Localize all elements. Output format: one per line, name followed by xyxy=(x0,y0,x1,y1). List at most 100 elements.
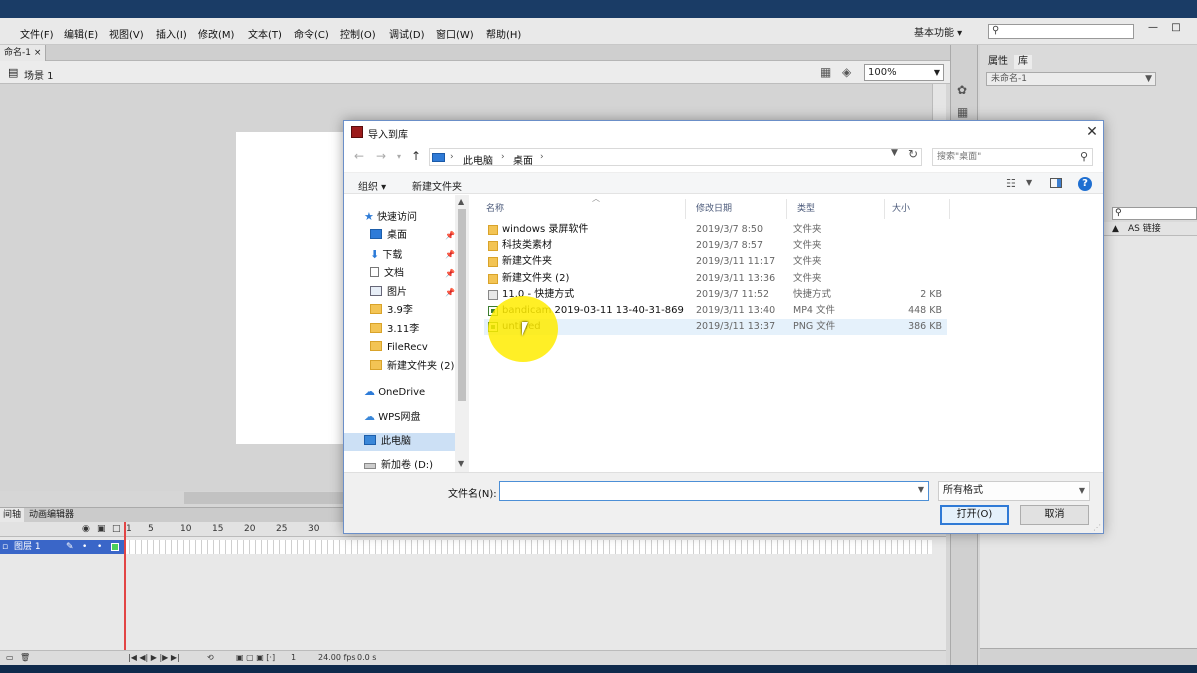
lock-dot[interactable]: • xyxy=(97,540,102,554)
menu-file[interactable]: 文件(F) xyxy=(20,26,54,41)
menu-window[interactable]: 窗口(W) xyxy=(436,26,474,41)
address-dropdown-icon[interactable]: ▼ xyxy=(891,148,898,158)
new-layer-icon[interactable]: ▭ xyxy=(6,653,14,662)
menu-control[interactable]: 控制(O) xyxy=(340,26,376,41)
scrollbar-thumb[interactable] xyxy=(458,209,466,401)
library-document-select[interactable]: 未命名-1 ▼ xyxy=(986,72,1156,86)
chevron-down-icon: ▼ xyxy=(1078,486,1085,495)
chevron-right-icon[interactable]: › xyxy=(540,152,544,162)
edit-scene-icon[interactable]: ◈ xyxy=(842,65,851,79)
search-input[interactable] xyxy=(937,150,1072,164)
column-type[interactable]: 类型 xyxy=(791,199,885,219)
help-icon[interactable]: ? xyxy=(1078,177,1092,191)
close-button[interactable]: ✕ xyxy=(1082,123,1102,141)
column-size[interactable]: 大小 xyxy=(886,199,950,219)
align-tool-icon[interactable]: ▦ xyxy=(957,105,968,119)
view-options-icon[interactable]: ☷ xyxy=(1006,177,1016,190)
file-row[interactable]: 11.0 - 快捷方式 2019/3/7 11:52 快捷方式 2 KB xyxy=(484,287,947,303)
lock-icon[interactable]: ▣ xyxy=(97,524,106,534)
minimize-button[interactable]: — xyxy=(1143,20,1163,37)
resize-grip-icon[interactable]: ⋰ xyxy=(1093,523,1101,532)
delete-layer-icon[interactable]: 🗑 xyxy=(20,653,30,662)
scroll-up-icon[interactable]: ▲ xyxy=(458,197,464,206)
pin-icon: 📌 xyxy=(445,288,455,297)
address-bar[interactable]: › 此电脑 › 桌面 › xyxy=(429,148,922,167)
column-name[interactable]: 名称 xyxy=(480,199,686,219)
mouse-pointer-icon xyxy=(522,322,528,336)
onion-skin-icons[interactable]: ▣ ▢ ▣ [·] xyxy=(236,653,275,662)
preview-pane-icon[interactable] xyxy=(1050,178,1062,188)
menu-text[interactable]: 文本(T) xyxy=(248,26,282,41)
chevron-right-icon[interactable]: › xyxy=(501,152,505,162)
menu-view[interactable]: 视图(V) xyxy=(109,26,144,41)
color-tool-icon[interactable]: ✿ xyxy=(957,83,967,97)
outline-icon[interactable]: □ xyxy=(112,524,121,534)
column-date[interactable]: 修改日期 xyxy=(690,199,787,219)
playback-controls[interactable]: |◀ ◀| ▶ |▶ ▶| xyxy=(128,653,180,662)
folder-icon xyxy=(370,304,382,314)
navigation-scrollbar[interactable]: ▲ ▼ xyxy=(455,195,469,472)
frames-row[interactable] xyxy=(124,540,932,554)
edit-symbol-icon[interactable]: ▦ xyxy=(820,65,831,79)
filename-input[interactable] xyxy=(503,484,903,498)
scroll-down-icon[interactable]: ▼ xyxy=(458,459,464,468)
library-column-header: ▲ AS 链接 xyxy=(1102,222,1197,236)
breadcrumb-this-pc[interactable]: 此电脑 xyxy=(463,152,493,167)
stage[interactable] xyxy=(236,132,348,444)
menu-modify[interactable]: 修改(M) xyxy=(198,26,234,41)
tab-library[interactable]: 库 xyxy=(1014,55,1032,69)
tab-motion-editor[interactable]: 动画编辑器 xyxy=(26,508,77,523)
menu-insert[interactable]: 插入(I) xyxy=(156,26,187,41)
filename-label: 文件名(N): xyxy=(448,489,497,500)
library-search-input[interactable]: ⚲ xyxy=(1112,207,1197,220)
filetype-select[interactable]: 所有格式 ▼ xyxy=(938,481,1090,501)
tab-properties[interactable]: 属性 xyxy=(984,55,1012,69)
menu-debug[interactable]: 调试(D) xyxy=(389,26,425,41)
elapsed-time: 0.0 s xyxy=(357,653,377,662)
frame-number: 5 xyxy=(148,524,154,534)
back-arrow-icon[interactable]: ← xyxy=(354,149,364,163)
menu-commands[interactable]: 命令(C) xyxy=(294,26,329,41)
scene-label: 场景 1 xyxy=(24,71,54,82)
workspace-switcher[interactable]: 基本功能 ▾ xyxy=(914,24,962,39)
refresh-icon[interactable]: ↻ xyxy=(908,147,918,161)
cancel-button[interactable]: 取消 xyxy=(1020,505,1089,525)
organize-menu[interactable]: 组织 ▾ xyxy=(358,178,386,193)
library-footer xyxy=(980,648,1197,665)
eye-icon[interactable]: ◉ xyxy=(82,524,90,534)
chevron-down-icon[interactable]: ▼ xyxy=(1026,178,1032,187)
file-row[interactable]: 科技类素材 2019/3/7 8:57 文件夹 xyxy=(484,238,947,254)
new-folder-button[interactable]: 新建文件夹 xyxy=(412,178,462,193)
file-row[interactable]: windows 录屏软件 2019/3/7 8:50 文件夹 xyxy=(484,222,947,238)
frame-number: 20 xyxy=(244,524,256,534)
navigation-pane: ★ 快速访问 桌面 📌 ⬇ 下载 📌 文档 📌 图片 📌 3.9李 3.11李 File… xyxy=(344,195,470,472)
loop-icon[interactable]: ⟲ xyxy=(207,653,214,662)
file-row[interactable]: 新建文件夹 (2) 2019/3/11 13:36 文件夹 xyxy=(484,271,947,287)
chevron-down-icon[interactable]: ▼ xyxy=(918,485,924,494)
forward-arrow-icon[interactable]: → xyxy=(376,149,386,163)
recent-locations-icon[interactable]: ▾ xyxy=(397,152,401,161)
playhead[interactable] xyxy=(124,522,126,665)
chevron-right-icon[interactable]: › xyxy=(450,152,454,162)
maximize-button[interactable]: □ xyxy=(1166,20,1186,37)
breadcrumb-desktop[interactable]: 桌面 xyxy=(513,152,533,167)
nav-this-pc[interactable]: 此电脑 xyxy=(344,433,455,451)
tab-timeline[interactable]: 间轴 xyxy=(0,508,25,523)
visibility-dot[interactable]: • xyxy=(82,540,87,554)
layer-row[interactable]: ▫ 图层 1 ✎ • • xyxy=(0,540,124,554)
frame-number: 10 xyxy=(180,524,192,534)
document-tab[interactable]: 命名-1 × xyxy=(0,45,47,61)
drive-icon xyxy=(364,463,376,469)
open-button[interactable]: 打开(O) xyxy=(940,505,1009,525)
desktop-search-box[interactable]: ⚲ xyxy=(932,148,1093,166)
zoom-select[interactable]: 100% ▼ xyxy=(864,64,944,81)
frame-number: 30 xyxy=(308,524,320,534)
up-arrow-icon[interactable]: ↑ xyxy=(411,149,421,163)
menu-edit[interactable]: 编辑(E) xyxy=(64,26,98,41)
document-tab-bar: 命名-1 × xyxy=(0,45,955,61)
file-row[interactable]: 新建文件夹 2019/3/11 11:17 文件夹 xyxy=(484,254,947,270)
stage-horizontal-scrollbar[interactable] xyxy=(184,492,344,504)
menu-help[interactable]: 帮助(H) xyxy=(486,26,521,41)
app-search-input[interactable]: ⚲ xyxy=(988,24,1134,39)
filename-combobox[interactable]: ▼ xyxy=(499,481,929,501)
